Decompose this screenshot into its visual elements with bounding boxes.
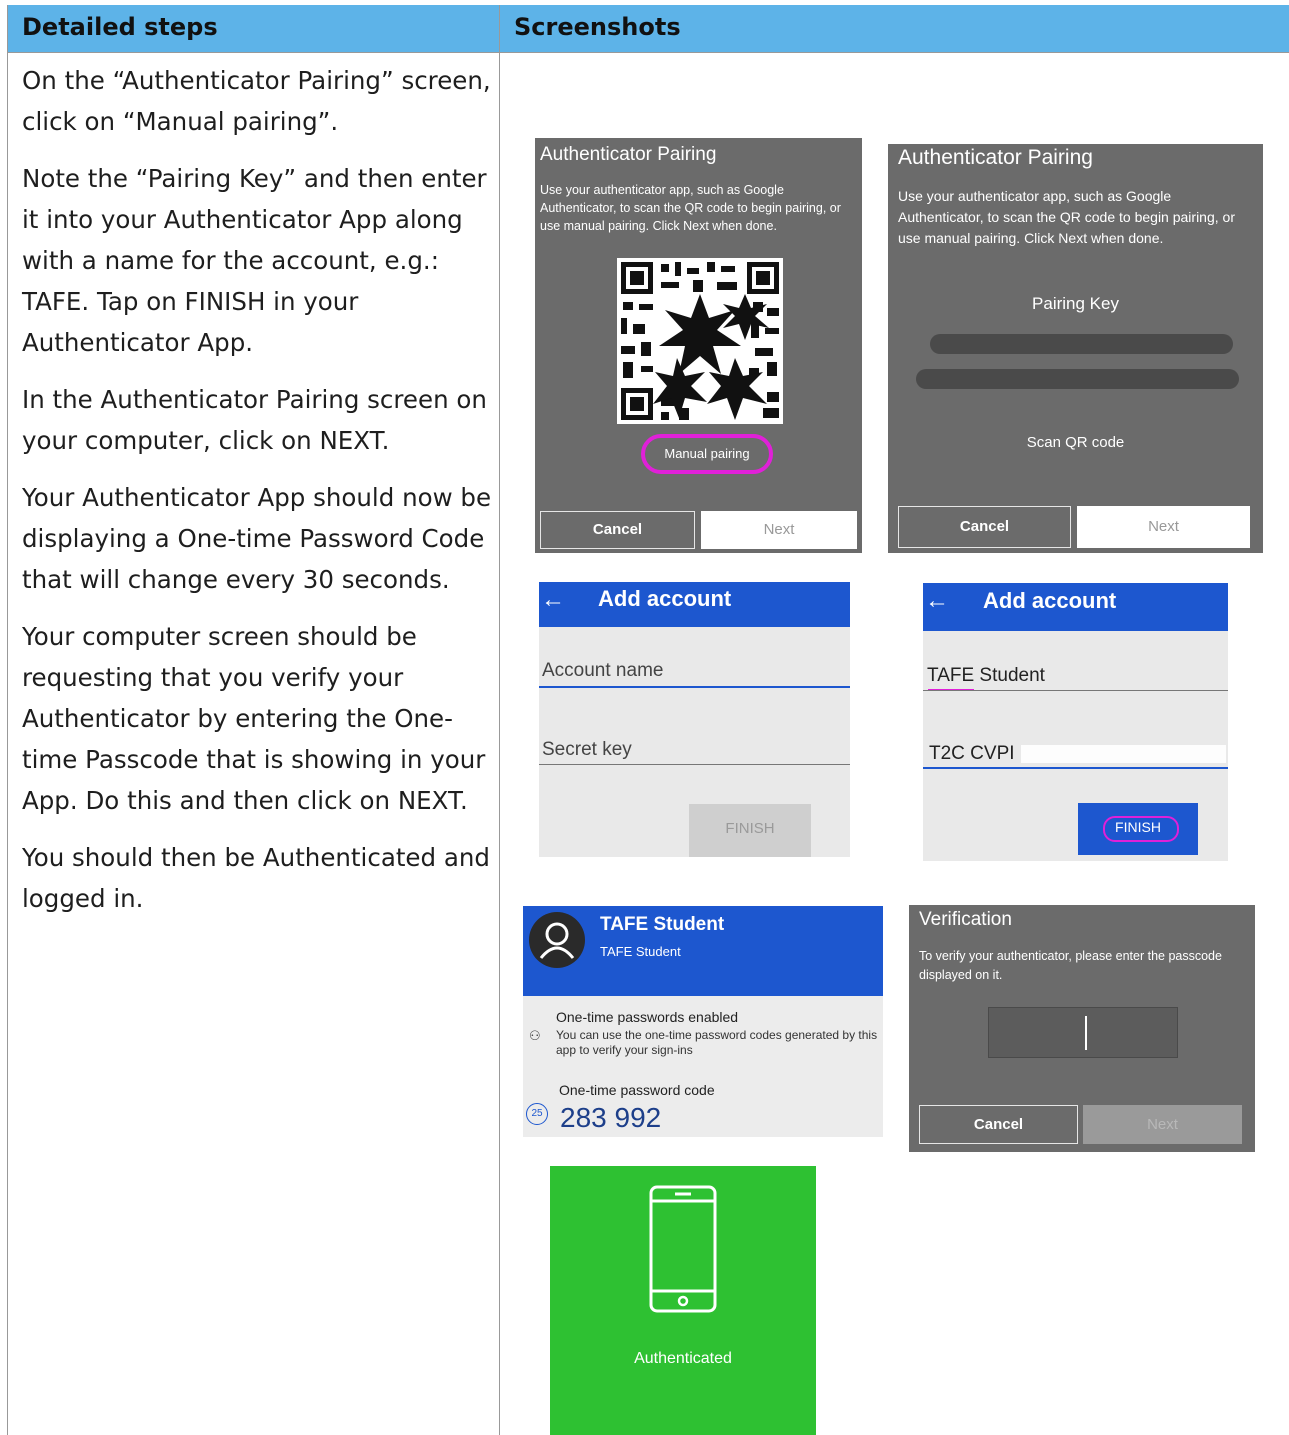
add-account-title: Add account	[983, 588, 1117, 613]
step-6: You should then be Authenticated and log…	[22, 843, 490, 913]
app-bar: ← Add account	[923, 583, 1228, 631]
otp-app-screenshot: TAFE Student TAFE Student One-time passw…	[523, 906, 883, 1137]
finish-label: FINISH	[1115, 819, 1161, 835]
finish-button[interactable]: FINISH	[1078, 803, 1198, 855]
account-name-field[interactable]: Account name	[542, 660, 663, 682]
cancel-button[interactable]: Cancel	[919, 1105, 1078, 1144]
account-name-underline	[539, 686, 850, 688]
pairing-key-screenshot: Authenticator Pairing Use your authentic…	[888, 144, 1263, 553]
pairing-key-redacted-2	[916, 369, 1239, 389]
timer-icon: 25	[526, 1103, 548, 1125]
account-name-underline	[923, 690, 1228, 691]
otp-enabled-icon: ⚇	[529, 1028, 541, 1043]
add-account-empty-screenshot: ← Add account Account name Secret key FI…	[539, 582, 850, 857]
secret-key-underline	[539, 764, 850, 765]
next-button[interactable]: Next	[1077, 506, 1250, 548]
secret-key-field[interactable]: Secret key	[542, 739, 632, 761]
pairing-key-redacted-1	[930, 334, 1233, 354]
finish-button[interactable]: FINISH	[689, 804, 811, 857]
account-header: TAFE Student TAFE Student	[523, 906, 883, 996]
cancel-button[interactable]: Cancel	[540, 511, 695, 549]
qr-code-icon	[617, 258, 783, 424]
manual-pairing-label: Manual pairing	[664, 446, 750, 461]
verification-description: To verify your authenticator, please ent…	[919, 949, 1222, 982]
pairing-description: Use your authenticator app, such as Goog…	[540, 183, 841, 233]
cancel-button[interactable]: Cancel	[898, 506, 1071, 548]
step-5: Your computer screen should be requestin…	[22, 622, 486, 815]
text-cursor	[1085, 1016, 1087, 1050]
account-sub: TAFE Student	[600, 944, 681, 959]
secret-key-redacted	[1021, 745, 1226, 763]
step-4: Your Authenticator App should now be dis…	[22, 483, 492, 594]
next-button[interactable]: Next	[701, 511, 857, 549]
verification-title: Verification	[919, 909, 1012, 930]
pairing-key-label: Pairing Key	[1032, 294, 1119, 313]
pairing-title: Authenticator Pairing	[540, 144, 717, 165]
table-header: Detailed steps Screenshots	[8, 5, 1289, 53]
pairing-description: Use your authenticator app, such as Goog…	[898, 188, 1235, 246]
scan-qr-code-link[interactable]: Scan QR code	[888, 434, 1263, 451]
otp-code-label: One-time password code	[559, 1082, 715, 1098]
account-name: TAFE Student	[600, 914, 725, 935]
next-button[interactable]: Next	[1083, 1105, 1242, 1144]
step-1: On the “Authenticator Pairing” screen, c…	[22, 66, 491, 136]
header-detailed-steps: Detailed steps	[22, 13, 218, 41]
pairing-title: Authenticator Pairing	[898, 146, 1093, 169]
account-name-field[interactable]: TAFE Student	[927, 665, 1045, 687]
secret-key-field[interactable]: T2C CVPI	[929, 743, 1015, 765]
steps-text: On the “Authenticator Pairing” screen, c…	[22, 60, 492, 935]
otp-code: 283 992	[560, 1102, 662, 1133]
authenticated-label: Authenticated	[634, 1350, 732, 1367]
user-icon	[539, 922, 575, 959]
secret-key-underline	[923, 767, 1228, 769]
verification-screenshot: Verification To verify your authenticato…	[909, 905, 1255, 1152]
manual-pairing-button[interactable]: Manual pairing	[641, 434, 773, 474]
passcode-input[interactable]	[988, 1007, 1178, 1058]
column-divider	[499, 53, 500, 1435]
app-bar: ← Add account	[539, 582, 850, 627]
avatar	[529, 912, 585, 968]
pairing-qr-screenshot: Authenticator Pairing Use your authentic…	[535, 138, 862, 553]
header-screenshots: Screenshots	[499, 5, 1289, 53]
phone-icon	[649, 1185, 717, 1313]
otp-enabled-desc: You can use the one-time password codes …	[556, 1028, 878, 1057]
step-2: Note the “Pairing Key” and then enter it…	[22, 164, 487, 357]
back-arrow-icon[interactable]: ←	[925, 587, 949, 615]
back-arrow-icon[interactable]: ←	[541, 586, 565, 614]
add-account-title: Add account	[598, 586, 732, 611]
otp-enabled-title: One-time passwords enabled	[556, 1009, 739, 1025]
step-3: In the Authenticator Pairing screen on y…	[22, 385, 487, 455]
add-account-filled-screenshot: ← Add account TAFE Student T2C CVPI FINI…	[923, 583, 1228, 861]
authenticated-screenshot: Authenticated	[550, 1166, 816, 1435]
